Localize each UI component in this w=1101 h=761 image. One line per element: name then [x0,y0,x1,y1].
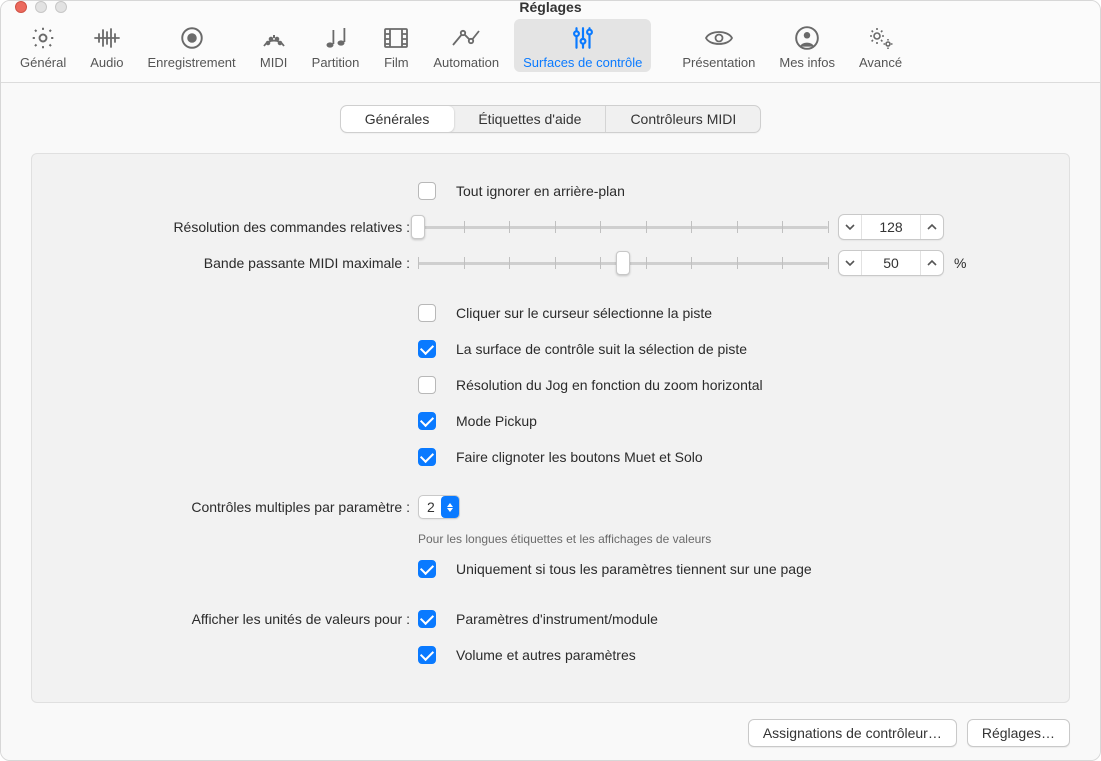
select-value: 2 [427,499,435,515]
label-midi-bandwidth: Bande passante MIDI maximale : [58,255,418,271]
waveform-icon [93,23,121,53]
notes-icon [322,23,350,53]
label-click-fader: Cliquer sur le curseur sélectionne la pi… [456,305,712,321]
subtabs: Générales Étiquettes d'aide Contrôleurs … [340,105,762,133]
gear-icon [30,23,56,53]
chevron-updown-icon [441,496,459,518]
titlebar: Réglages [1,1,1100,13]
checkbox-bypass-background[interactable] [418,182,436,200]
toolbar-automation[interactable]: Automation [424,19,508,72]
label-multiple-controls: Contrôles multiples par paramètre : [58,499,418,515]
toolbar-my-info[interactable]: Mes infos [770,19,844,72]
label-pickup-mode: Mode Pickup [456,413,537,429]
settings-window: Réglages Général [0,0,1101,761]
toolbar-score[interactable]: Partition [303,19,369,72]
midi-icon [260,23,288,53]
toolbar-general[interactable]: Général [11,19,75,72]
label-only-if-fit: Uniquement si tous les paramètres tienne… [456,561,812,577]
label-show-units: Afficher les unités de valeurs pour : [58,611,418,627]
chevron-up-icon[interactable] [921,258,943,268]
label-bypass-background: Tout ignorer en arrière-plan [456,183,625,199]
controller-assignments-button[interactable]: Assignations de contrôleur… [748,719,957,747]
tab-midi-controllers[interactable]: Contrôleurs MIDI [606,106,760,132]
film-icon [383,23,409,53]
slider-midi-bandwidth[interactable] [418,253,828,273]
slider-relative-resolution[interactable] [418,217,828,237]
toolbar-midi[interactable]: MIDI [251,19,297,72]
settings-button[interactable]: Réglages… [967,719,1070,747]
window-title: Réglages [1,0,1100,15]
hint-multiple-controls: Pour les longues étiquettes et les affic… [418,532,711,546]
toolbar: Général Audio En [1,13,1100,83]
label-volume-params: Volume et autres paramètres [456,647,636,663]
label-instrument-params: Paramètres d'instrument/module [456,611,658,627]
value-relative-resolution: 128 [861,215,921,239]
chevron-up-icon[interactable] [921,222,943,232]
checkbox-only-if-fit[interactable] [418,560,436,578]
checkbox-jog-zoom[interactable] [418,376,436,394]
label-follows-track: La surface de contrôle suit la sélection… [456,341,747,357]
toolbar-recording[interactable]: Enregistrement [139,19,245,72]
toolbar-control-surfaces[interactable]: Surfaces de contrôle [514,19,651,72]
label-jog-zoom: Résolution du Jog en fonction du zoom ho… [456,377,763,393]
checkbox-click-fader[interactable] [418,304,436,322]
label-flash-mute-solo: Faire clignoter les boutons Muet et Solo [456,449,703,465]
toolbar-display[interactable]: Présentation [673,19,764,72]
footer: Assignations de contrôleur… Réglages… [31,703,1070,747]
settings-panel: Tout ignorer en arrière-plan Résolution … [31,153,1070,703]
label-relative-resolution: Résolution des commandes relatives : [58,219,418,235]
toolbar-audio[interactable]: Audio [81,19,132,72]
unit-percent: % [954,255,966,271]
checkbox-pickup-mode[interactable] [418,412,436,430]
chevron-down-icon[interactable] [839,222,861,232]
value-midi-bandwidth: 50 [861,251,921,275]
toolbar-advanced[interactable]: Avancé [850,19,911,72]
person-circle-icon [794,23,820,53]
stepper-relative-resolution[interactable]: 128 [838,214,944,240]
toolbar-film[interactable]: Film [374,19,418,72]
checkbox-instrument-params[interactable] [418,610,436,628]
chevron-down-icon[interactable] [839,258,861,268]
stepper-midi-bandwidth[interactable]: 50 [838,250,944,276]
record-icon [179,23,205,53]
select-multiple-controls[interactable]: 2 [418,495,460,519]
automation-icon [451,23,481,53]
tab-help-tags[interactable]: Étiquettes d'aide [454,106,606,132]
eye-icon [704,23,734,53]
gears-icon [866,23,896,53]
checkbox-volume-params[interactable] [418,646,436,664]
checkbox-follows-track[interactable] [418,340,436,358]
checkbox-flash-mute-solo[interactable] [418,448,436,466]
tab-generales[interactable]: Générales [341,106,455,132]
sliders-icon [570,23,596,53]
